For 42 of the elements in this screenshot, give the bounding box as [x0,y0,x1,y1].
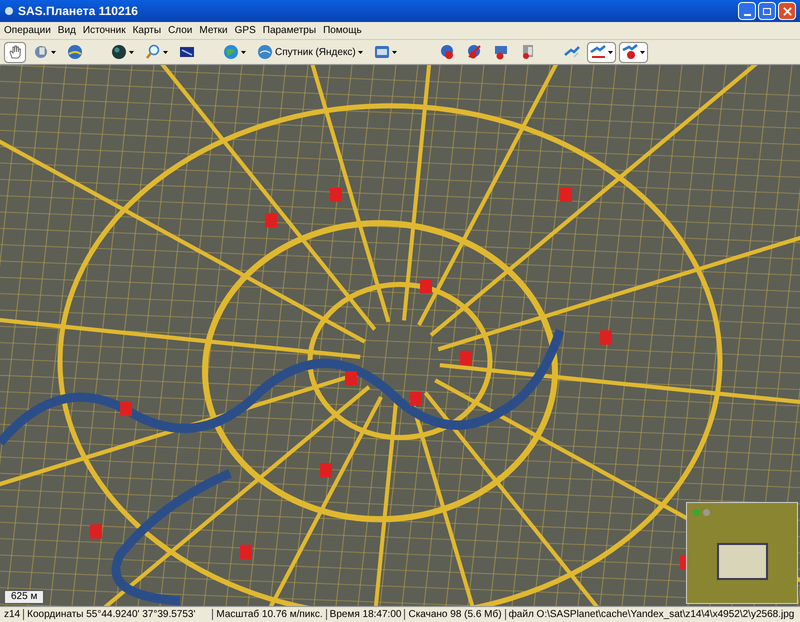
restore-button[interactable] [758,2,776,20]
minimize-button[interactable] [738,2,756,20]
monitor-icon [179,44,195,60]
viewport-frame[interactable] [717,543,768,580]
hand-icon [7,44,23,60]
globe-icon [257,44,273,60]
close-button[interactable] [778,2,796,20]
dark-globe-icon [111,44,127,60]
menu-item[interactable]: Вид [58,23,76,38]
monitor-marker-icon [492,44,509,60]
close-icon [782,6,792,16]
menu-item[interactable]: Слои [168,23,192,38]
status-text: Координаты 55°44.9240' 37°39.5753' [27,608,196,622]
menu-item[interactable]: Операции [4,23,51,38]
toolbar-button[interactable] [618,42,648,62]
scale-label: 625 м [4,590,44,604]
toolbar-button[interactable]: Спутник (Яндекс) [253,42,367,62]
status-text: файл O:\SASPlanet\cache\Yandex_sat\z14\4\x4952\2\y2568.jpg [508,608,794,622]
route-icon [590,44,606,60]
status-text: Масштаб 10.76 м/пикс. [216,608,323,622]
menu-item[interactable]: Метки [199,23,228,38]
minimap[interactable] [686,502,798,604]
globe-marker-icon [438,44,455,60]
app-icon [4,6,14,16]
menu-item[interactable]: GPS [234,23,256,38]
window-title: SAS.Планета 110216 [18,3,138,20]
toolbar-button[interactable] [4,42,26,62]
window-icon [374,44,390,60]
menu-item[interactable]: Параметры [262,23,316,38]
route-icon [564,44,580,60]
toolbar-button[interactable] [586,42,616,62]
status-text: Скачано 98 (5.6 Мб) [408,608,502,622]
status-text: Время 18:47:00 [330,608,402,622]
menu-item[interactable]: Помощь [323,23,362,38]
menu-item[interactable]: Источник [82,23,126,38]
status-text: z14 [4,608,20,622]
globe-marker-icon [466,44,482,60]
menu-item[interactable]: Карты [132,23,162,38]
globe-icon [223,44,239,60]
globe-icon [67,44,83,60]
magnifier-icon [145,44,161,60]
route-marker-icon [622,44,638,60]
